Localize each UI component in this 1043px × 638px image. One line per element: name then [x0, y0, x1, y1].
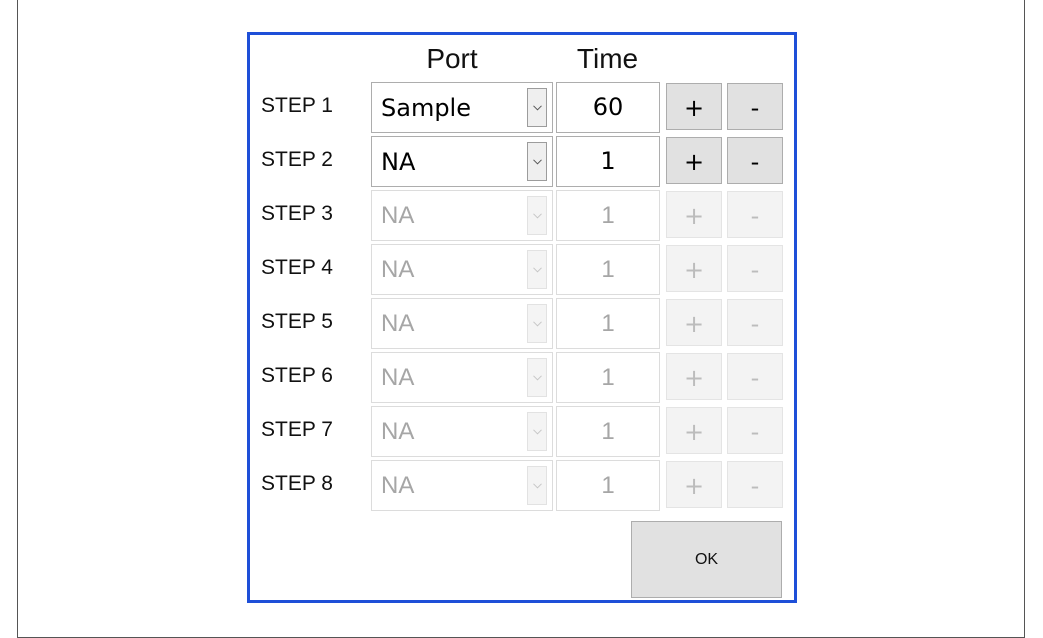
step-config-dialog: Port Time STEP 1 Sample 60 + - STEP 2 NA 1 + - STE… — [247, 32, 797, 603]
step-label: STEP 6 — [261, 364, 333, 387]
time-field: 1 — [556, 298, 660, 349]
step-label: STEP 5 — [261, 310, 333, 333]
step-row-2: STEP 2 NA 1 + - — [250, 136, 794, 188]
decrement-button: - — [727, 245, 783, 292]
decrement-button: - — [727, 353, 783, 400]
increment-button[interactable]: + — [666, 83, 722, 130]
decrement-button[interactable]: - — [727, 83, 783, 130]
time-field: 1 — [556, 352, 660, 403]
step-row-7: STEP 7 NA 1 + - — [250, 406, 794, 458]
port-select-value: NA — [381, 202, 415, 229]
step-row-8: STEP 8 NA 1 + - — [250, 460, 794, 512]
increment-button[interactable]: + — [666, 137, 722, 184]
decrement-button[interactable]: - — [727, 137, 783, 184]
step-label: STEP 3 — [261, 202, 333, 225]
step-row-1: STEP 1 Sample 60 + - — [250, 82, 794, 134]
chevron-down-icon[interactable] — [527, 142, 547, 181]
chevron-down-icon[interactable] — [527, 88, 547, 127]
step-row-5: STEP 5 NA 1 + - — [250, 298, 794, 350]
port-select-value: NA — [381, 148, 416, 176]
decrement-button: - — [727, 299, 783, 346]
chevron-down-icon — [527, 304, 547, 343]
port-column-header: Port — [426, 43, 478, 74]
step-label: STEP 7 — [261, 418, 333, 441]
chevron-down-icon — [527, 250, 547, 289]
increment-button: + — [666, 245, 722, 292]
port-select-value: NA — [381, 418, 415, 445]
decrement-button: - — [727, 191, 783, 238]
time-field: 1 — [556, 406, 660, 457]
time-field[interactable]: 60 — [556, 82, 660, 133]
step-label: STEP 1 — [261, 94, 333, 117]
time-field: 1 — [556, 460, 660, 511]
port-select-value: NA — [381, 364, 415, 391]
step-label: STEP 8 — [261, 472, 333, 495]
chevron-down-icon — [527, 358, 547, 397]
port-select[interactable]: Sample — [371, 82, 553, 133]
chevron-down-icon — [527, 196, 547, 235]
step-label: STEP 4 — [261, 256, 333, 279]
port-select-value: NA — [381, 256, 415, 283]
port-select: NA — [371, 244, 553, 295]
chevron-down-icon — [527, 466, 547, 505]
step-label: STEP 2 — [261, 148, 333, 171]
port-select: NA — [371, 190, 553, 241]
time-field: 1 — [556, 190, 660, 241]
step-row-6: STEP 6 NA 1 + - — [250, 352, 794, 404]
increment-button: + — [666, 353, 722, 400]
increment-button: + — [666, 407, 722, 454]
chevron-down-icon — [527, 412, 547, 451]
port-select: NA — [371, 406, 553, 457]
decrement-button: - — [727, 461, 783, 508]
port-select[interactable]: NA — [371, 136, 553, 187]
time-column-header: Time — [576, 43, 639, 74]
ok-button[interactable]: OK — [631, 521, 782, 598]
time-field: 1 — [556, 244, 660, 295]
decrement-button: - — [727, 407, 783, 454]
port-select-value: NA — [381, 310, 415, 337]
port-select: NA — [371, 352, 553, 403]
step-row-3: STEP 3 NA 1 + - — [250, 190, 794, 242]
increment-button: + — [666, 461, 722, 508]
port-select: NA — [371, 460, 553, 511]
step-row-4: STEP 4 NA 1 + - — [250, 244, 794, 296]
increment-button: + — [666, 191, 722, 238]
time-field[interactable]: 1 — [556, 136, 660, 187]
port-select-value: NA — [381, 472, 415, 499]
increment-button: + — [666, 299, 722, 346]
port-select-value: Sample — [381, 94, 471, 122]
port-select: NA — [371, 298, 553, 349]
